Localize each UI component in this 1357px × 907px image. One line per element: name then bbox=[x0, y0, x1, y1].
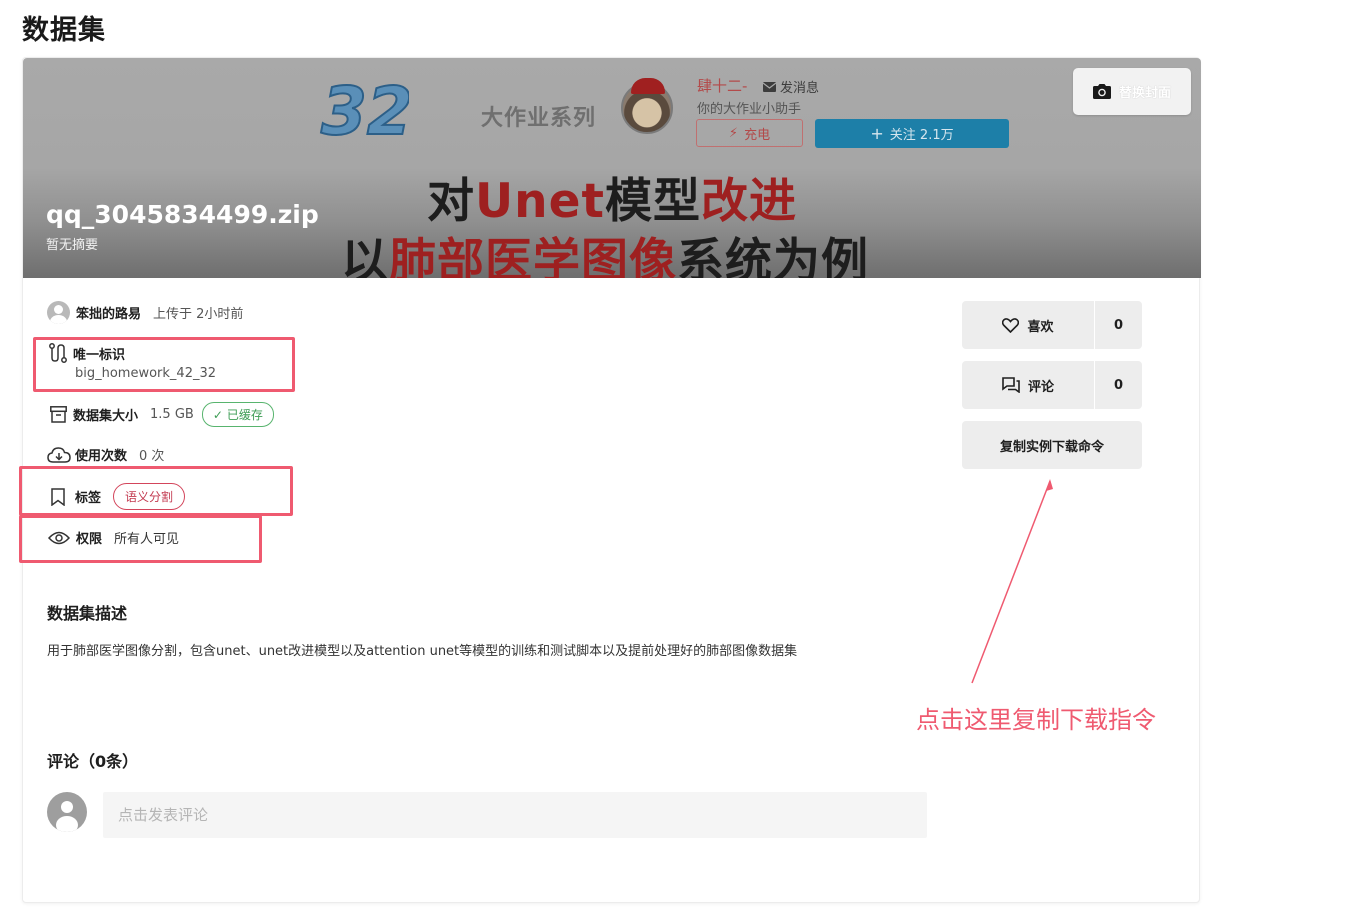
dataset-file-title: qq_3045834499.zip bbox=[46, 200, 319, 229]
banner-subtitle: 你的大作业小助手 bbox=[697, 102, 802, 117]
comment-button[interactable]: 评论 0 bbox=[962, 361, 1142, 409]
banner-headline-2: 以肺部医学图像系统为例 bbox=[341, 234, 869, 278]
permission-highlight bbox=[19, 515, 262, 563]
banner-series-text: 大作业系列 bbox=[481, 106, 597, 131]
dataset-card: 32 大作业系列 肆十二- 发消息 你的大作业小助手 ⚡ 充电 + 关注 2.1… bbox=[19, 57, 1201, 903]
svg-text:32: 32 bbox=[321, 73, 409, 145]
comments-title: 评论（0条） bbox=[47, 752, 139, 771]
comment-input[interactable] bbox=[103, 792, 927, 838]
cloud-download-icon bbox=[47, 446, 71, 463]
commenter-avatar bbox=[47, 792, 87, 832]
send-message-link: 发消息 bbox=[763, 77, 819, 96]
page-title: 数据集 bbox=[22, 15, 106, 46]
logo-32-icon: 32 bbox=[320, 72, 409, 145]
dataset-summary: 暂无摘要 bbox=[46, 238, 99, 253]
cover-banner: 32 大作业系列 肆十二- 发消息 你的大作业小助手 ⚡ 充电 + 关注 2.1… bbox=[23, 58, 1201, 278]
size-row: 数据集大小 1.5 GB ✓ 已缓存 bbox=[50, 402, 274, 427]
santa-hat-icon bbox=[631, 78, 665, 94]
like-count: 0 bbox=[1113, 317, 1124, 333]
follow-button: + 关注 2.1万 bbox=[815, 119, 1009, 148]
follow-label: 关注 2.1万 bbox=[889, 128, 954, 143]
archive-icon bbox=[50, 406, 67, 423]
size-value: 1.5 GB bbox=[150, 407, 194, 422]
like-button[interactable]: 喜欢 0 bbox=[962, 301, 1142, 349]
mail-icon bbox=[763, 81, 776, 92]
replace-cover-button[interactable]: 替换封面 bbox=[1073, 68, 1191, 115]
plus-icon: + bbox=[870, 124, 884, 143]
upload-time: 上传于 2小时前 bbox=[153, 307, 244, 322]
uploader-name[interactable]: 笨拙的路易 bbox=[76, 303, 141, 322]
charge-button: ⚡ 充电 bbox=[696, 119, 803, 147]
banner-username: 肆十二- bbox=[697, 77, 748, 95]
banner-headline-1: 对Unet模型改进 bbox=[427, 174, 797, 229]
size-label: 数据集大小 bbox=[73, 409, 139, 424]
camera-icon bbox=[1092, 84, 1111, 99]
like-label: 喜欢 bbox=[1027, 319, 1054, 335]
description-title: 数据集描述 bbox=[47, 604, 128, 623]
check-icon: ✓ bbox=[212, 407, 223, 422]
comments-icon bbox=[1002, 377, 1020, 393]
tags-highlight bbox=[19, 466, 293, 516]
usage-row: 使用次数 0 次 bbox=[47, 445, 164, 464]
cached-badge: ✓ 已缓存 bbox=[201, 402, 274, 427]
send-message-label: 发消息 bbox=[780, 81, 820, 96]
comment-label: 评论 bbox=[1027, 379, 1054, 395]
description-text: 用于肺部医学图像分割，包含unet、unet改进模型以及attention un… bbox=[47, 644, 798, 659]
comment-count: 0 bbox=[1113, 377, 1124, 393]
copy-download-command-button[interactable]: 复制实例下载命令 bbox=[962, 421, 1142, 469]
annotation-arrow bbox=[971, 479, 1053, 684]
annotation-text: 点击这里复制下载指令 bbox=[916, 706, 1156, 734]
charge-label: 充电 bbox=[744, 127, 771, 143]
replace-cover-label: 替换封面 bbox=[1118, 86, 1171, 101]
uploader-row: 笨拙的路易 上传于 2小时前 bbox=[47, 301, 243, 324]
lightning-icon: ⚡ bbox=[728, 125, 739, 141]
uploader-avatar bbox=[47, 301, 70, 324]
usage-label: 使用次数 bbox=[75, 449, 128, 464]
heart-icon bbox=[1002, 317, 1020, 333]
usage-value: 0 次 bbox=[139, 449, 165, 464]
unique-id-highlight bbox=[33, 337, 295, 392]
